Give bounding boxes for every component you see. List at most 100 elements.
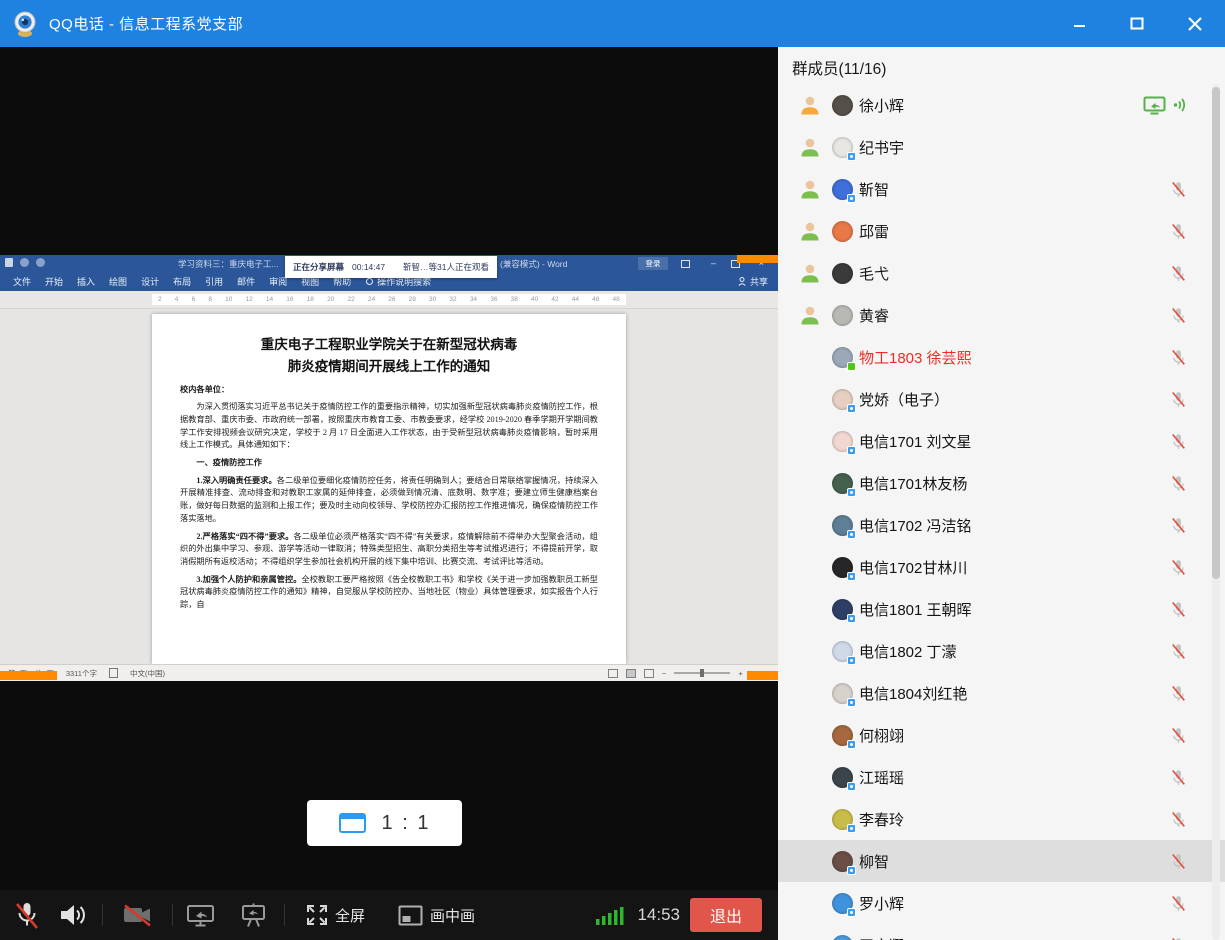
camera-muted-button[interactable] <box>122 890 153 940</box>
silhouette-placeholder <box>800 767 820 787</box>
maximize-button[interactable] <box>1121 9 1153 39</box>
member-row[interactable]: 柳智 <box>778 840 1225 882</box>
status-badge <box>847 152 856 161</box>
muted-mic-icon[interactable] <box>1170 264 1187 283</box>
ruler-number: 22 <box>347 296 354 303</box>
share-duration: 00:14:47 <box>352 262 385 272</box>
avatar <box>832 473 853 494</box>
member-list: 徐小辉纪书宇靳智邱雷毛弋黄睿物工1803 徐芸熙党娇（电子）电信1701 刘文星… <box>778 84 1225 940</box>
ruler-number: 10 <box>225 296 232 303</box>
muted-mic-icon[interactable] <box>1170 348 1187 367</box>
member-row[interactable]: 徐小辉 <box>778 84 1225 126</box>
silhouette-placeholder <box>800 725 820 745</box>
member-row[interactable]: 党娇（电子） <box>778 378 1225 420</box>
member-screen-share-icon <box>1143 96 1166 115</box>
member-row[interactable]: 电信1801 王朝晖 <box>778 588 1225 630</box>
screen-share-button[interactable] <box>186 890 215 940</box>
muted-mic-icon[interactable] <box>1170 726 1187 745</box>
share-border-marker <box>737 255 778 263</box>
member-name: 王文翔 <box>859 935 904 940</box>
ruler-number: 34 <box>470 296 477 303</box>
muted-mic-icon[interactable] <box>1170 474 1187 493</box>
muted-mic-icon[interactable] <box>1170 894 1187 913</box>
muted-mic-icon[interactable] <box>1170 306 1187 325</box>
muted-mic-icon[interactable] <box>1170 180 1187 199</box>
muted-mic-icon[interactable] <box>1170 390 1187 409</box>
member-row[interactable]: 江瑶瑶 <box>778 756 1225 798</box>
muted-mic-icon[interactable] <box>1170 516 1187 535</box>
status-badge <box>847 572 856 581</box>
avatar <box>832 851 853 872</box>
member-row[interactable]: 电信1701林友杨 <box>778 462 1225 504</box>
muted-mic-icon[interactable] <box>1170 600 1187 619</box>
scrollbar-thumb[interactable] <box>1212 87 1220 579</box>
document-paragraph: 校内各单位： <box>180 384 598 397</box>
ruler-number: 48 <box>613 296 620 303</box>
muted-mic-icon[interactable] <box>1170 222 1187 241</box>
fullscreen-button[interactable]: 全屏 <box>306 890 365 940</box>
avatar <box>832 557 853 578</box>
member-row[interactable]: 纪书宇 <box>778 126 1225 168</box>
member-name: 电信1702甘林川 <box>859 557 967 578</box>
zoom-out-icon: − <box>662 669 666 678</box>
microphone-muted-button[interactable] <box>14 890 40 940</box>
member-row[interactable]: 罗小辉 <box>778 882 1225 924</box>
whiteboard-button[interactable] <box>240 890 267 940</box>
document-paragraph: 为深入贯彻落实习近平总书记关于疫情防控工作的重要指示精神，切实加强新型冠状病毒肺… <box>180 401 598 452</box>
aspect-ratio-button[interactable]: 1 : 1 <box>307 800 462 846</box>
avatar <box>832 767 853 788</box>
member-row[interactable]: 电信1804刘红艳 <box>778 672 1225 714</box>
exit-button[interactable]: 退出 <box>690 898 762 932</box>
muted-mic-icon[interactable] <box>1170 768 1187 787</box>
member-name: 罗小辉 <box>859 893 904 914</box>
member-row[interactable]: 电信1702甘林川 <box>778 546 1225 588</box>
member-right-icons <box>1170 222 1187 241</box>
muted-mic-icon[interactable] <box>1170 432 1187 451</box>
muted-mic-icon[interactable] <box>1170 558 1187 577</box>
member-row[interactable]: 黄睿 <box>778 294 1225 336</box>
member-row[interactable]: 邱雷 <box>778 210 1225 252</box>
muted-mic-icon[interactable] <box>1170 936 1187 940</box>
member-row[interactable]: 电信1802 丁濛 <box>778 630 1225 672</box>
member-row[interactable]: 电信1701 刘文星 <box>778 420 1225 462</box>
share-status-text: 正在分享屏幕 <box>293 261 344 273</box>
video-area: 学习资料三：重庆电子工... (兼容模式) - Word 登录 – × 文件开始… <box>0 47 778 940</box>
ruler-number: 42 <box>551 296 558 303</box>
ruler-number: 4 <box>175 296 179 303</box>
toolbar-divider <box>102 904 103 926</box>
member-row[interactable]: 电信1702 冯洁铭 <box>778 504 1225 546</box>
ratio-label: 1 : 1 <box>382 812 431 835</box>
member-right-icons <box>1170 894 1187 913</box>
scrollbar[interactable] <box>1212 84 1220 940</box>
member-panel: 群成员(11/16) 徐小辉纪书宇靳智邱雷毛弋黄睿物工1803 徐芸熙党娇（电子… <box>778 47 1225 940</box>
avatar <box>832 599 853 620</box>
member-right-icons <box>1170 558 1187 577</box>
toolbar-divider <box>172 904 173 926</box>
member-row[interactable]: 毛弋 <box>778 252 1225 294</box>
avatar <box>832 137 853 158</box>
member-row[interactable]: 靳智 <box>778 168 1225 210</box>
word-ribbon-tab: 设计 <box>134 275 166 288</box>
member-row[interactable]: 何栩翊 <box>778 714 1225 756</box>
member-name: 柳智 <box>859 851 889 872</box>
pip-button[interactable]: 画中画 <box>398 890 475 940</box>
close-button[interactable] <box>1179 9 1211 39</box>
muted-mic-icon[interactable] <box>1170 642 1187 661</box>
muted-mic-icon[interactable] <box>1170 852 1187 871</box>
minimize-button[interactable] <box>1063 9 1095 39</box>
muted-mic-icon[interactable] <box>1170 684 1187 703</box>
muted-mic-icon[interactable] <box>1170 810 1187 829</box>
member-status-silhouette-icon <box>800 305 820 325</box>
call-duration: 14:53 <box>637 890 680 940</box>
speaker-button[interactable] <box>58 890 89 940</box>
member-row[interactable]: 李春玲 <box>778 798 1225 840</box>
member-row[interactable]: 王文翔 <box>778 924 1225 940</box>
status-badge <box>847 782 856 791</box>
member-row[interactable]: 物工1803 徐芸熙 <box>778 336 1225 378</box>
whiteboard-easel-icon <box>240 902 267 928</box>
shared-screen-word-window: 学习资料三：重庆电子工... (兼容模式) - Word 登录 – × 文件开始… <box>0 255 778 679</box>
camera-muted-icon <box>122 902 153 929</box>
member-name: 黄睿 <box>859 305 889 326</box>
ruler-number: 30 <box>429 296 436 303</box>
status-badge <box>847 194 856 203</box>
